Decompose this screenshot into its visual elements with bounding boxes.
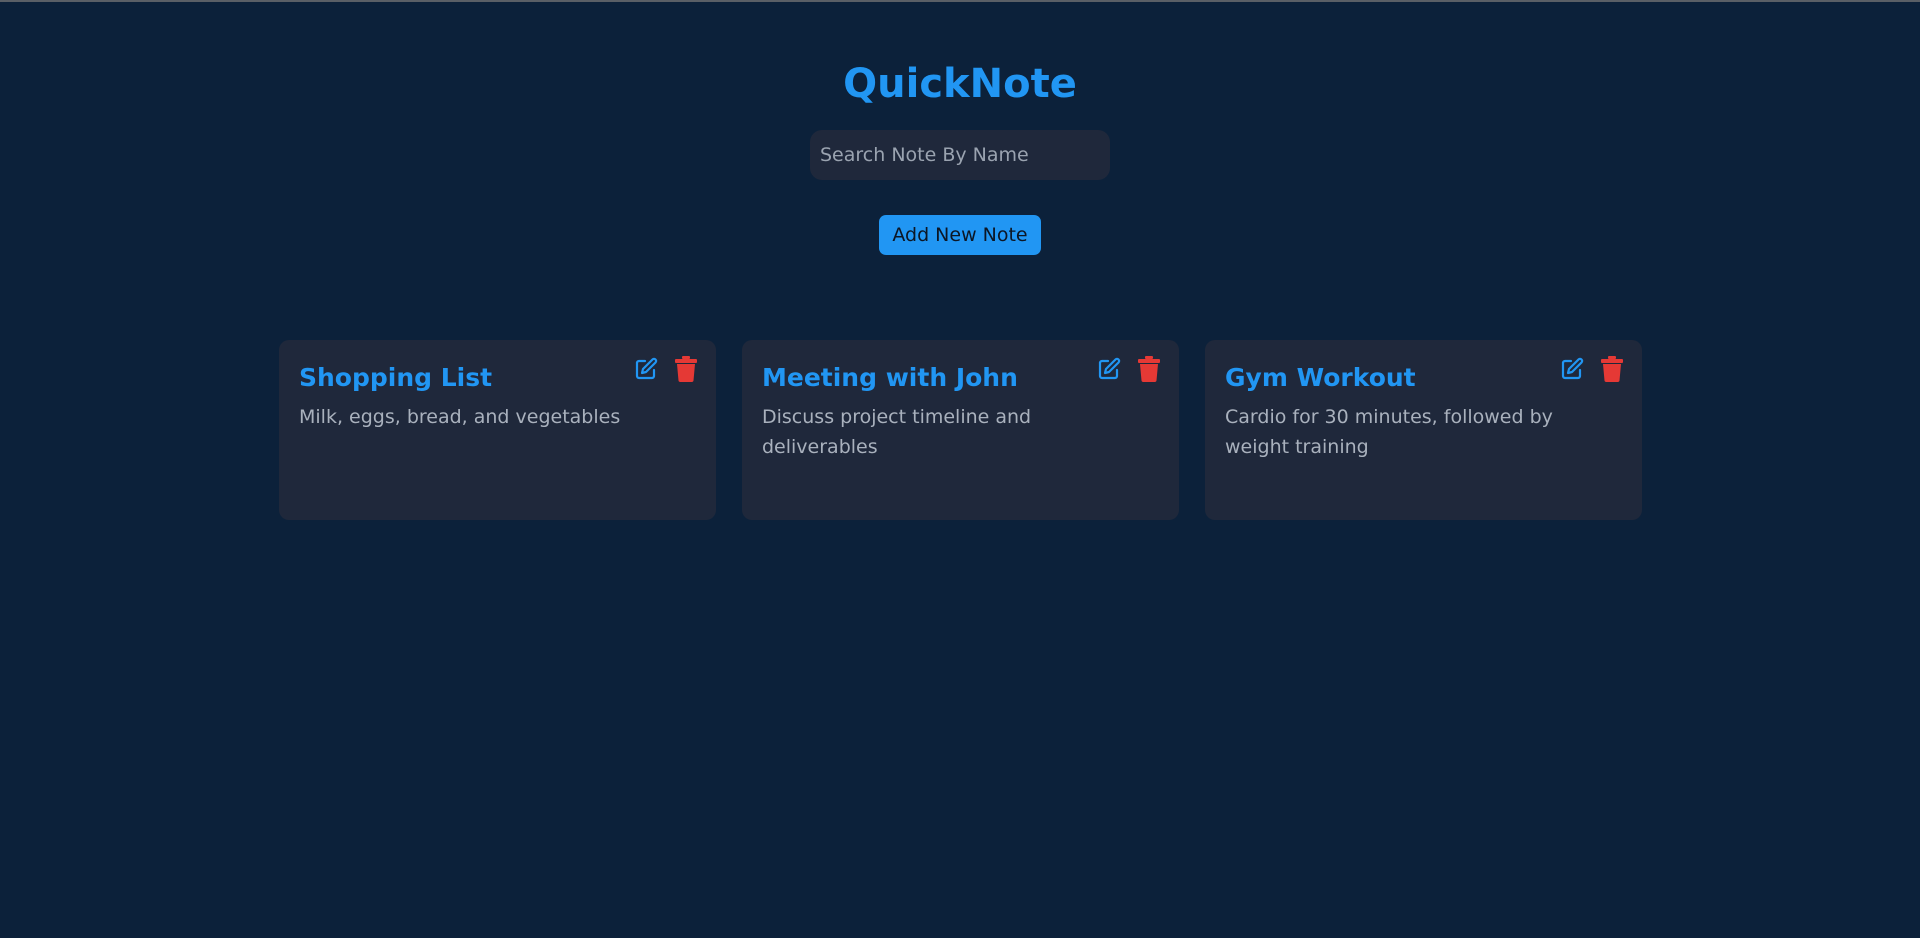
trash-icon[interactable] xyxy=(674,356,698,382)
note-card: Shopping List Milk, eggs, bread, and veg… xyxy=(279,340,716,520)
note-body: Cardio for 30 minutes, followed by weigh… xyxy=(1225,406,1553,458)
edit-icon[interactable] xyxy=(1097,356,1121,382)
window-top-border xyxy=(0,0,1920,2)
trash-icon[interactable] xyxy=(1137,356,1161,382)
note-actions xyxy=(1097,356,1161,382)
note-actions xyxy=(634,356,698,382)
note-body: Milk, eggs, bread, and vegetables xyxy=(299,406,621,428)
edit-icon[interactable] xyxy=(634,356,658,382)
page-title: QuickNote xyxy=(843,61,1077,107)
note-card: Gym Workout Cardio for 30 minutes, follo… xyxy=(1205,340,1642,520)
note-actions xyxy=(1560,356,1624,382)
note-body: Discuss project timeline and deliverable… xyxy=(762,406,1032,458)
search-input[interactable] xyxy=(810,130,1110,180)
note-card: Meeting with John Discuss project timeli… xyxy=(742,340,1179,520)
add-new-note-button[interactable]: Add New Note xyxy=(879,215,1041,255)
notes-grid: Shopping List Milk, eggs, bread, and veg… xyxy=(279,340,1642,520)
trash-icon[interactable] xyxy=(1600,356,1624,382)
edit-icon[interactable] xyxy=(1560,356,1584,382)
app-root: QuickNote Add New Note xyxy=(0,0,1920,938)
